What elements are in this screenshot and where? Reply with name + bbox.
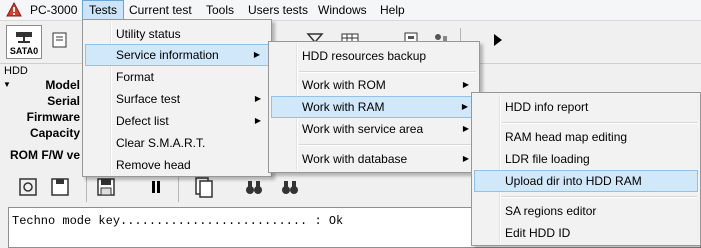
- menu-item-label: Work with RAM: [302, 100, 385, 114]
- tests-menu: Utility status Service information ▶ Form…: [82, 19, 272, 177]
- menu-item-ram-head-map-editing[interactable]: RAM head map editing: [474, 126, 698, 148]
- menu-item-service-information[interactable]: Service information ▶: [85, 44, 269, 66]
- submenu-arrow-icon: ▶: [253, 50, 260, 59]
- menu-item-label: SA regions editor: [505, 204, 597, 218]
- app-logo-icon: [6, 2, 22, 17]
- menu-item-label: Edit HDD ID: [505, 226, 571, 240]
- menu-item-label: Remove head: [116, 158, 191, 172]
- hdd-firmware-label: Firmware: [26, 110, 80, 124]
- menu-item-upload-dir-into-hdd-ram[interactable]: Upload dir into HDD RAM: [474, 170, 698, 192]
- menu-item-label: Work with database: [302, 152, 408, 166]
- menu-item-format[interactable]: Format: [85, 66, 269, 88]
- submenu-arrow-icon: ▶: [461, 102, 468, 111]
- menu-item-hdd-resources-backup[interactable]: HDD resources backup: [271, 45, 477, 67]
- log-line: Techno mode key.........................…: [12, 214, 344, 228]
- menu-help[interactable]: Help: [374, 1, 411, 19]
- floppy-save-icon[interactable]: [92, 173, 120, 201]
- menu-item-label: Format: [116, 70, 155, 84]
- service-information-submenu: HDD resources backup Work with ROM ▶ Work…: [268, 41, 480, 173]
- menu-item-label: Utility status: [116, 27, 181, 41]
- hdd-info-icon[interactable]: [50, 30, 70, 50]
- menu-item-label: Clear S.M.A.R.T.: [116, 136, 206, 150]
- menu-item-work-with-service-area[interactable]: Work with service area ▶: [271, 118, 477, 140]
- submenu-arrow-icon: ▶: [462, 124, 469, 133]
- save-log-icon[interactable]: [46, 173, 74, 201]
- menu-item-hdd-info-report[interactable]: HDD info report: [474, 96, 698, 118]
- menu-item-label: HDD resources backup: [302, 49, 427, 63]
- hdd-model-label: Model: [45, 78, 80, 92]
- menu-item-work-with-rom[interactable]: Work with ROM ▶: [271, 74, 477, 96]
- submenu-arrow-icon: ▶: [254, 94, 261, 103]
- find-binoculars-icon[interactable]: [240, 173, 268, 201]
- menu-item-ldr-file-loading[interactable]: LDR file loading: [474, 148, 698, 170]
- copy-icon[interactable]: [190, 173, 218, 201]
- menu-tests[interactable]: Tests: [82, 0, 125, 20]
- menu-item-remove-head[interactable]: Remove head: [85, 154, 269, 176]
- sata0-port-button[interactable]: SATA0: [6, 25, 42, 59]
- menu-item-label: Service information: [116, 48, 219, 62]
- settings-gear-icon[interactable]: [14, 173, 42, 201]
- submenu-arrow-icon: ▶: [462, 80, 469, 89]
- submenu-arrow-icon: ▶: [254, 116, 261, 125]
- menu-item-label: HDD info report: [505, 100, 589, 114]
- hdd-panel-title: HDD: [4, 65, 28, 77]
- menu-tools[interactable]: Tools: [200, 1, 240, 19]
- menu-item-label: Work with service area: [302, 122, 424, 136]
- submenu-arrow-icon: ▶: [462, 154, 469, 163]
- menu-pc3000[interactable]: PC-3000: [24, 1, 83, 19]
- menu-users-tests[interactable]: Users tests: [242, 1, 314, 19]
- pause-icon[interactable]: [142, 173, 170, 201]
- sata-port-label: SATA0: [9, 46, 39, 56]
- menu-item-work-with-ram[interactable]: Work with RAM ▶: [271, 96, 477, 118]
- hdd-capacity-label: Capacity: [29, 126, 80, 140]
- menu-item-label: Upload dir into HDD RAM: [505, 174, 642, 188]
- menu-item-work-with-database[interactable]: Work with database ▶: [271, 148, 477, 170]
- menu-separator: [299, 144, 476, 146]
- menu-current-test[interactable]: Current test: [123, 1, 198, 19]
- toolbar-overflow-arrow-icon[interactable]: [488, 30, 508, 50]
- rom-fw-version-label: ROM F/W ve: [10, 148, 81, 162]
- menu-item-label: Surface test: [116, 92, 181, 106]
- menu-item-label: RAM head map editing: [505, 130, 628, 144]
- menu-item-label: LDR file loading: [505, 152, 590, 166]
- menu-separator: [299, 71, 476, 73]
- menu-item-utility-status[interactable]: Utility status: [85, 23, 269, 45]
- menu-item-sa-regions-editor[interactable]: SA regions editor: [474, 200, 698, 222]
- menu-item-surface-test[interactable]: Surface test ▶: [85, 88, 269, 110]
- menu-item-edit-hdd-id[interactable]: Edit HDD ID: [474, 222, 698, 244]
- menu-item-clear-smart[interactable]: Clear S.M.A.R.T.: [85, 132, 269, 154]
- menu-separator: [502, 196, 697, 198]
- sata-connector-icon: [16, 32, 32, 43]
- menu-item-label: Defect list: [116, 114, 169, 128]
- menu-separator: [502, 122, 697, 124]
- hdd-serial-label: Serial: [47, 94, 80, 108]
- menu-windows[interactable]: Windows: [312, 1, 373, 19]
- menu-item-defect-list[interactable]: Defect list ▶: [85, 110, 269, 132]
- menu-item-label: Work with ROM: [302, 78, 386, 92]
- find-next-binoculars-icon[interactable]: [276, 173, 304, 201]
- work-with-ram-submenu: HDD info report RAM head map editing LDR…: [471, 92, 701, 246]
